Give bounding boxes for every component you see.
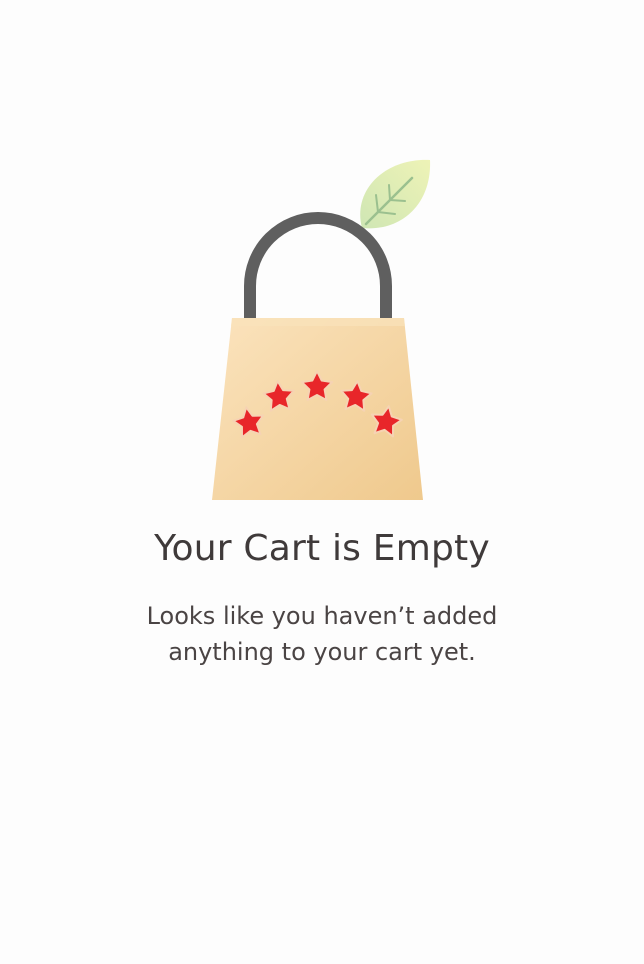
shopping-bag-icon <box>212 212 423 500</box>
leaf-icon <box>360 159 431 229</box>
empty-cart-message-line-1: Looks like you haven’t added <box>146 602 498 630</box>
empty-cart-message: Looks like you haven’t added anything to… <box>0 598 644 670</box>
empty-cart-illustration <box>212 159 431 500</box>
empty-cart-message-line-2: anything to your cart yet. <box>168 638 476 666</box>
empty-cart-title: Your Cart is Empty <box>154 528 490 569</box>
